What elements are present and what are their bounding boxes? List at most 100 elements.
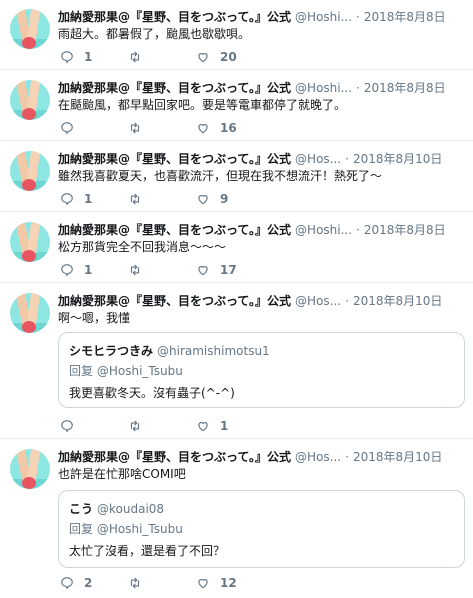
author-handle[interactable]: @Hoshi...: [295, 81, 352, 95]
tweet-header: 加納愛那果@『星野、目をつぶって。』公式 @Hoshi... · 2018年8月8日: [58, 9, 465, 25]
like-button[interactable]: 16: [196, 120, 237, 136]
tweet-text: 雖然我喜歡夏天，也喜歡流汗，但現在我不想流汗！熱死了～: [58, 169, 383, 183]
retweet-button[interactable]: [128, 120, 152, 136]
reply-icon: [61, 420, 73, 433]
reply-prefix: 回复: [69, 522, 94, 536]
like-button[interactable]: 12: [196, 575, 237, 591]
reply-button[interactable]: 1: [60, 49, 92, 65]
avatar[interactable]: [10, 222, 50, 262]
tweet-actions: 2 12: [58, 575, 358, 591]
tweet-date[interactable]: 2018年8月10日: [353, 294, 442, 308]
tweet-date[interactable]: 2018年8月10日: [353, 152, 442, 166]
reply-button[interactable]: [60, 120, 84, 136]
reply-mention[interactable]: @Hoshi_Tsubu: [97, 364, 183, 378]
heart-icon: [198, 266, 208, 276]
author-handle[interactable]: @Hos...: [295, 450, 341, 464]
tweet-header: 加納愛那果@『星野、目をつぶって。』公式 @Hos... · 2018年8月10日: [58, 449, 465, 465]
author-name[interactable]: 加納愛那果@『星野、目をつぶって。』公式: [58, 81, 291, 95]
author-name[interactable]: 加納愛那果@『星野、目をつぶって。』公式: [58, 294, 291, 308]
quoted-tweet-text: 太忙了沒看，還是看了不回？: [69, 544, 226, 558]
author-handle[interactable]: @Hoshi...: [295, 10, 352, 24]
tweet-date[interactable]: 2018年8月8日: [364, 81, 446, 95]
avatar[interactable]: [10, 449, 50, 489]
tweet-actions: 1 9: [58, 191, 358, 207]
quoted-reply-context: 回复 @Hoshi_Tsubu: [69, 521, 183, 537]
reply-icon: [61, 122, 73, 135]
quoted-author-name: こう: [69, 502, 94, 516]
retweet-button[interactable]: [128, 191, 152, 207]
author-name[interactable]: 加納愛那果@『星野、目をつぶって。』公式: [58, 450, 291, 464]
reply-icon: [61, 264, 73, 277]
heart-icon: [198, 195, 208, 205]
reply-icon: [61, 577, 73, 590]
retweet-icon: [130, 420, 140, 432]
reply-count: 2: [84, 576, 93, 590]
like-button[interactable]: 20: [196, 49, 237, 65]
tweet-header: 加納愛那果@『星野、目をつぶって。』公式 @Hos... · 2018年8月10日: [58, 293, 465, 309]
tweet-date[interactable]: 2018年8月8日: [364, 223, 446, 237]
heart-icon: [198, 124, 208, 134]
retweet-button[interactable]: [128, 262, 152, 278]
tweet[interactable]: 加納愛那果@『星野、目をつぶって。』公式 @Hos... · 2018年8月10日 也…: [0, 440, 473, 598]
reply-button[interactable]: 1: [60, 191, 92, 207]
retweet-button[interactable]: [128, 418, 152, 434]
like-button[interactable]: 1: [196, 418, 228, 434]
separator-dot: ·: [356, 223, 360, 237]
like-count: 16: [220, 121, 237, 135]
tweet-actions: 1: [58, 418, 358, 434]
like-button[interactable]: 9: [196, 191, 228, 207]
tweet-actions: 1 20: [58, 49, 358, 65]
tweet[interactable]: 加納愛那果@『星野、目をつぶって。』公式 @Hoshi... · 2018年8月8日 …: [0, 213, 473, 283]
tweet-text: 雨超大。都暑假了，颱風也歇歇唄。: [58, 27, 251, 41]
retweet-icon: [130, 577, 140, 589]
avatar[interactable]: [10, 293, 50, 333]
author-handle[interactable]: @Hoshi...: [295, 223, 352, 237]
tweet-text: 啊～嗯，我懂: [58, 311, 131, 325]
reply-button[interactable]: 2: [60, 575, 92, 591]
tweet-date[interactable]: 2018年8月8日: [364, 10, 446, 24]
like-count: 1: [220, 419, 229, 433]
tweet-text: 在颳颱風，都早點回家吧。要是等電車都停了就晚了。: [58, 98, 347, 112]
tweet-header: 加納愛那果@『星野、目をつぶって。』公式 @Hos... · 2018年8月10日: [58, 151, 465, 167]
like-button[interactable]: 17: [196, 262, 237, 278]
reply-mention[interactable]: @Hoshi_Tsubu: [97, 522, 183, 536]
tweet[interactable]: 加納愛那果@『星野、目をつぶって。』公式 @Hos... · 2018年8月10日 雖…: [0, 142, 473, 212]
reply-prefix: 回复: [69, 364, 94, 378]
avatar[interactable]: [10, 80, 50, 120]
retweet-icon: [130, 51, 140, 63]
author-handle[interactable]: @Hos...: [295, 152, 341, 166]
like-count: 20: [220, 50, 237, 64]
heart-icon: [198, 53, 208, 63]
quoted-author-handle: @hiramishimotsu1: [157, 344, 270, 358]
quoted-author-handle: @koudai08: [97, 502, 165, 516]
quoted-tweet[interactable]: こう @koudai08 回复 @Hoshi_Tsubu 太忙了沒看，還是看了不回…: [58, 490, 465, 568]
author-name[interactable]: 加納愛那果@『星野、目をつぶって。』公式: [58, 223, 291, 237]
quoted-tweet-header: シモヒラつきみ @hiramishimotsu1: [69, 343, 270, 359]
tweet-actions: 16: [58, 120, 358, 136]
tweet[interactable]: 加納愛那果@『星野、目をつぶって。』公式 @Hoshi... · 2018年8月8日 …: [0, 0, 473, 70]
tweet-text: 松方那貨完全不回我消息～～～: [58, 240, 227, 254]
reply-button[interactable]: [60, 418, 84, 434]
like-count: 12: [220, 576, 237, 590]
separator-dot: ·: [345, 294, 349, 308]
author-name[interactable]: 加納愛那果@『星野、目をつぶって。』公式: [58, 152, 291, 166]
tweet[interactable]: 加納愛那果@『星野、目をつぶって。』公式 @Hoshi... · 2018年8月8日 …: [0, 71, 473, 141]
avatar[interactable]: [10, 151, 50, 191]
separator-dot: ·: [356, 10, 360, 24]
avatar[interactable]: [10, 9, 50, 49]
author-name[interactable]: 加納愛那果@『星野、目をつぶって。』公式: [58, 10, 291, 24]
reply-count: 1: [84, 263, 93, 277]
retweet-icon: [130, 122, 140, 134]
author-handle[interactable]: @Hos...: [295, 294, 341, 308]
tweet[interactable]: 加納愛那果@『星野、目をつぶって。』公式 @Hos... · 2018年8月10日 啊…: [0, 284, 473, 439]
tweet-header: 加納愛那果@『星野、目をつぶって。』公式 @Hoshi... · 2018年8月8日: [58, 222, 465, 238]
quoted-tweet[interactable]: シモヒラつきみ @hiramishimotsu1 回复 @Hoshi_Tsubu …: [58, 332, 465, 408]
tweet-date[interactable]: 2018年8月10日: [353, 450, 442, 464]
retweet-icon: [130, 193, 140, 205]
retweet-button[interactable]: [128, 49, 152, 65]
tweet-timeline: 加納愛那果@『星野、目をつぶって。』公式 @Hoshi... · 2018年8月8日 …: [0, 0, 473, 598]
quoted-reply-context: 回复 @Hoshi_Tsubu: [69, 363, 183, 379]
retweet-button[interactable]: [128, 575, 152, 591]
reply-button[interactable]: 1: [60, 262, 92, 278]
heart-icon: [198, 422, 208, 432]
